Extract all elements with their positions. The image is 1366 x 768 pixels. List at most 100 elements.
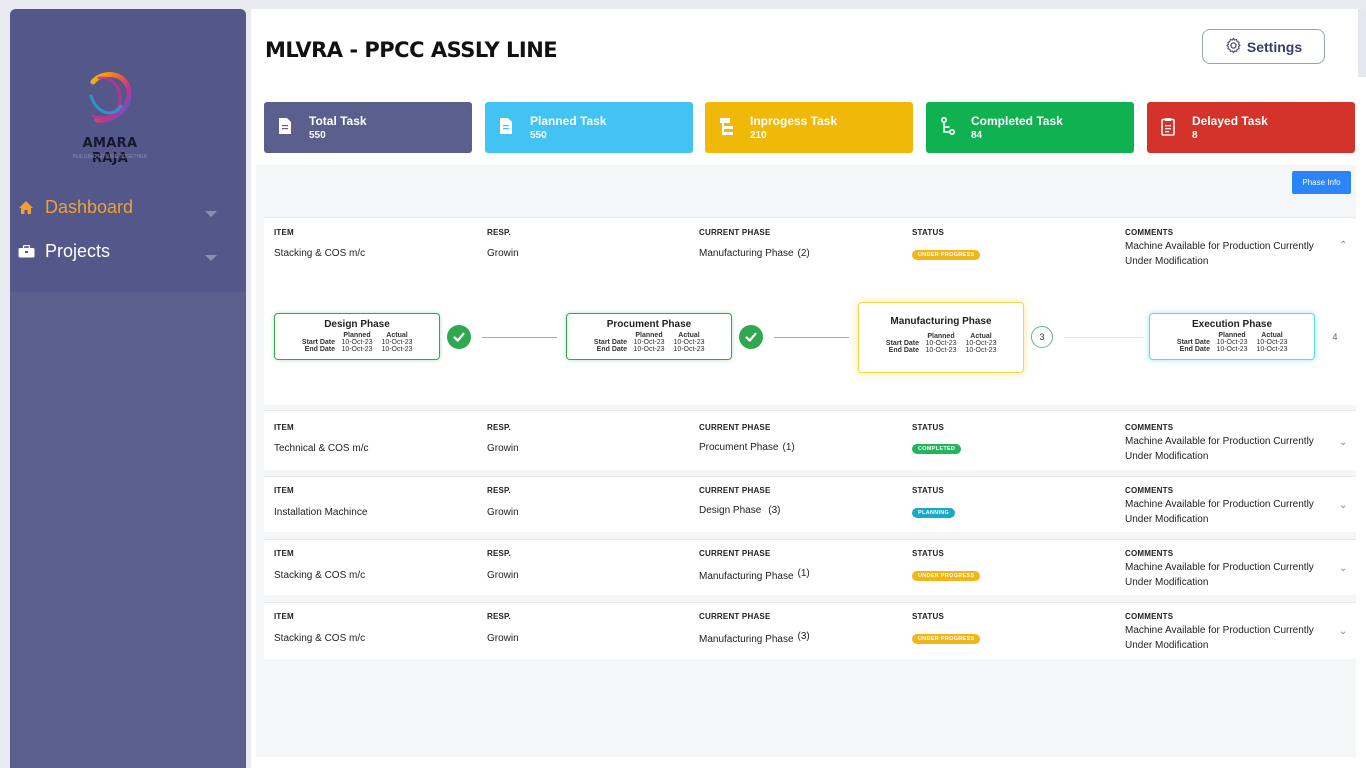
comments-header: COMMENTS [1125, 549, 1174, 558]
phase-title: Design Phase [324, 319, 390, 330]
stat-card-total[interactable]: Total Task 550 [264, 102, 472, 153]
branch-icon [940, 116, 956, 137]
phase-header: CURRENT PHASE [699, 228, 771, 237]
phase-timeline: Design Phase Planned Actual Start Date 10-… [264, 283, 1356, 405]
comment-value: Machine Available for Production Current… [1125, 241, 1314, 267]
sidebar-item-dashboard[interactable]: Dashboard [16, 194, 133, 220]
comment-value: Machine Available for Production Current… [1125, 499, 1314, 525]
resp-header: RESP. [487, 423, 511, 432]
status-badge: COMPLETED [912, 444, 962, 454]
resp-value: Growin [487, 507, 519, 518]
phase-header: CURRENT PHASE [699, 486, 771, 495]
stat-value: 8 [1192, 130, 1198, 141]
stat-card-planned[interactable]: Planned Task 550 [485, 102, 693, 153]
clipboard-icon [1161, 117, 1177, 137]
resp-value: Growin [487, 633, 519, 644]
table-row[interactable]: ITEM RESP. CURRENT PHASE STATUS COMMENTS… [264, 476, 1356, 532]
page-title: MLVRA - PPCC ASSLY LINE [265, 38, 558, 62]
brand-tagline: BUILDING FUTURE TOGETHER [72, 154, 148, 160]
check-icon [447, 325, 471, 349]
resp-header: RESP. [487, 549, 511, 558]
phase-card-design[interactable]: Design Phase Planned Actual Start Date 10-… [274, 313, 440, 360]
item-value: Stacking & COS m/c [274, 248, 366, 259]
scroll-track [1358, 9, 1366, 768]
phase-value: Manufacturing Phase (1) [699, 568, 810, 582]
brand-logo: AMARA RAJA BUILDING FUTURE TOGETHER [65, 66, 155, 166]
comments-header: COMMENTS [1125, 423, 1174, 432]
phase-info-button[interactable]: Phase Info [1292, 171, 1351, 194]
status-badge: PLANNING [912, 508, 956, 518]
phase-card-procument[interactable]: Procument Phase Planned Actual Start Date… [566, 313, 732, 360]
stat-card-completed[interactable]: Completed Task 84 [926, 102, 1134, 153]
scroll-track-top [1358, 9, 1366, 77]
table-row[interactable]: ITEM RESP. CURRENT PHASE STATUS COMMENTS… [264, 602, 1356, 659]
resp-value: Growin [487, 570, 519, 581]
item-header: ITEM [274, 549, 294, 558]
check-icon [739, 325, 763, 349]
stat-value: 210 [750, 130, 767, 141]
stat-card-delayed[interactable]: Delayed Task 8 [1147, 102, 1355, 153]
status-header: STATUS [912, 423, 945, 432]
stat-label: Delayed Task [1192, 114, 1268, 128]
settings-label: Settings [1246, 38, 1303, 55]
stat-label: Completed Task [971, 114, 1063, 128]
resp-header: RESP. [487, 612, 511, 621]
table-row[interactable]: ITEM RESP. CURRENT PHASE STATUS COMMENTS… [264, 410, 1356, 470]
briefcase-icon [16, 244, 36, 258]
item-header: ITEM [274, 486, 294, 495]
hierarchy-icon [719, 117, 735, 137]
item-header: ITEM [274, 612, 294, 621]
phase-connector [1064, 337, 1144, 338]
resp-header: RESP. [487, 228, 511, 237]
stat-card-inprogress[interactable]: Inprogess Task 210 [705, 102, 913, 153]
stat-value: 84 [971, 130, 983, 141]
chevron-down-icon[interactable] [205, 255, 217, 261]
phase-title: Manufacturing Phase [890, 316, 992, 327]
comment-value: Machine Available for Production Current… [1125, 436, 1314, 462]
item-header: ITEM [274, 423, 294, 432]
stat-label: Planned Task [530, 114, 607, 128]
phase-title: Execution Phase [1191, 319, 1273, 330]
phase-header: CURRENT PHASE [699, 612, 771, 621]
phase-card-manufacturing[interactable]: Manufacturing Phase Planned Actual Start … [858, 302, 1024, 373]
sidebar-item-label: Projects [45, 240, 111, 261]
comments-header: COMMENTS [1125, 612, 1174, 621]
phase-value: Manufacturing Phase (3) [699, 631, 810, 645]
stat-value: 550 [530, 130, 547, 141]
chevron-down-icon[interactable]: ⌄ [1339, 563, 1347, 574]
document-icon [499, 117, 515, 137]
comment-value: Machine Available for Production Current… [1125, 562, 1314, 588]
table-row[interactable]: ITEM RESP. CURRENT PHASE STATUS COMMENTS… [264, 217, 1356, 283]
chevron-up-icon[interactable]: ⌃ [1339, 240, 1347, 251]
home-icon [16, 200, 36, 215]
item-header: ITEM [274, 228, 294, 237]
phase-card-execution[interactable]: Execution Phase Planned Actual Start Date… [1149, 313, 1315, 360]
comment-value: Machine Available for Production Current… [1125, 625, 1314, 651]
phase-title: Procument Phase [606, 319, 692, 330]
step-number: 3 [1031, 326, 1053, 348]
document-icon [278, 117, 294, 137]
settings-button[interactable]: Settings [1202, 29, 1325, 64]
resp-value: Growin [487, 248, 519, 259]
gear-icon [1225, 37, 1242, 57]
brand-name: AMARA RAJA [82, 136, 138, 166]
table-row[interactable]: ITEM RESP. CURRENT PHASE STATUS COMMENTS… [264, 539, 1356, 595]
item-value: Stacking & COS m/c [274, 570, 366, 581]
phase-value: Design Phase (3) [699, 505, 781, 516]
step-number: 4 [1332, 332, 1338, 342]
status-badge: UNDER PROGRESS [912, 250, 981, 260]
item-value: Installation Machince [274, 507, 368, 518]
resp-header: RESP. [487, 486, 511, 495]
chevron-down-icon[interactable]: ⌄ [1339, 500, 1347, 511]
comments-header: COMMENTS [1125, 486, 1174, 495]
chevron-down-icon[interactable] [205, 211, 217, 217]
chevron-down-icon[interactable]: ⌄ [1339, 437, 1347, 448]
phase-header: CURRENT PHASE [699, 423, 771, 432]
stat-label: Total Task [309, 114, 367, 128]
sidebar-item-label: Dashboard [45, 196, 134, 217]
chevron-down-icon[interactable]: ⌄ [1339, 626, 1347, 637]
brand-logo-mark-icon [89, 72, 131, 123]
status-header: STATUS [912, 549, 945, 558]
sidebar-item-projects[interactable]: Projects [16, 238, 110, 264]
stat-label: Inprogess Task [750, 114, 838, 128]
